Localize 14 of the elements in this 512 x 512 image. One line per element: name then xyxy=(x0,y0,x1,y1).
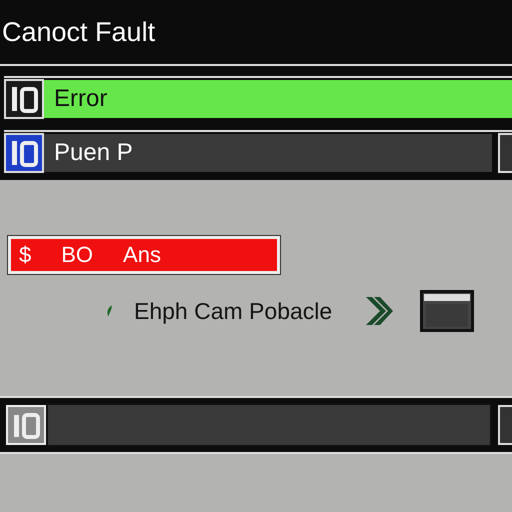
input-field[interactable] xyxy=(46,403,492,447)
status-text: Ehph Cam Pobacle xyxy=(134,298,332,324)
device-icon[interactable] xyxy=(4,79,44,119)
window-title: Canoct Fault xyxy=(2,16,156,48)
alert-text: Ans xyxy=(123,242,161,268)
side-button[interactable] xyxy=(498,405,512,445)
leaf-icon xyxy=(106,303,114,319)
window-icon[interactable] xyxy=(420,290,474,332)
alert-text: BO xyxy=(61,242,94,268)
device-icon[interactable] xyxy=(4,133,44,173)
alert-text: $ xyxy=(19,242,32,268)
status-bar: Error xyxy=(44,80,512,118)
side-button[interactable] xyxy=(498,133,512,173)
status-bar: Puen P xyxy=(44,134,492,172)
